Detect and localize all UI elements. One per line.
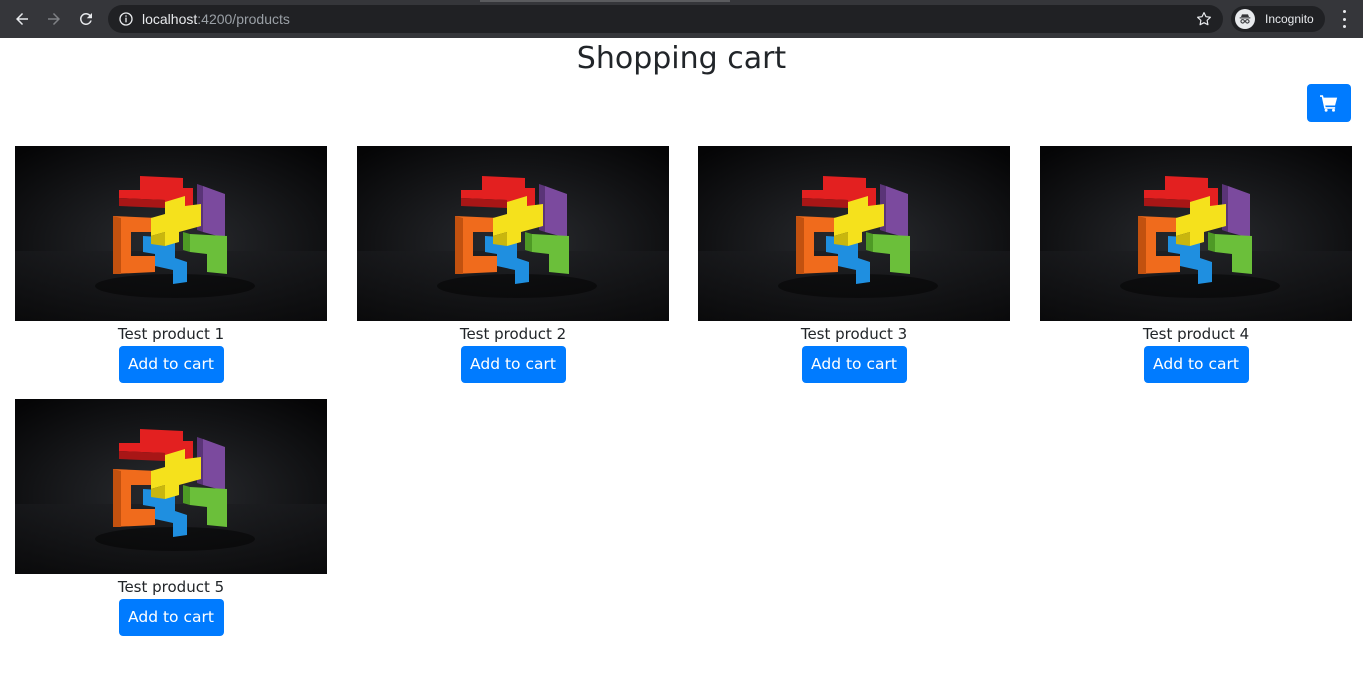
url-text[interactable]: localhost:4200/products [142, 11, 290, 27]
product-image [15, 399, 327, 574]
url-host: localhost [142, 11, 198, 27]
product-card: Test product 1 Add to cart [15, 146, 327, 383]
product-card: Test product 2 Add to cart [357, 146, 669, 383]
incognito-icon [1235, 9, 1255, 29]
address-bar[interactable]: localhost:4200/products [108, 5, 1223, 33]
browser-toolbar: localhost:4200/products Incognito [0, 0, 1363, 38]
add-to-cart-button[interactable]: Add to cart [118, 599, 224, 636]
product-name: Test product 5 [117, 578, 225, 596]
url-path: :4200/products [197, 11, 290, 27]
cart-button[interactable] [1307, 84, 1351, 122]
tab-strip-edge [480, 0, 730, 2]
arrow-right-icon [48, 13, 60, 25]
kebab-menu-icon[interactable] [1336, 10, 1352, 28]
product-card: Test product 4 Add to cart [1040, 146, 1352, 383]
add-to-cart-button[interactable]: Add to cart [1143, 346, 1249, 383]
reload-icon [79, 12, 92, 25]
product-image [698, 146, 1010, 321]
back-button[interactable] [10, 7, 34, 31]
incognito-profile-button[interactable]: Incognito [1231, 6, 1325, 32]
product-name: Test product 4 [1142, 325, 1250, 343]
star-icon[interactable] [1195, 10, 1213, 28]
add-to-cart-button[interactable]: Add to cart [118, 346, 224, 383]
arrow-left-icon [16, 13, 28, 25]
product-image [15, 146, 327, 321]
add-to-cart-button[interactable]: Add to cart [801, 346, 907, 383]
product-name: Test product 2 [459, 325, 567, 343]
info-icon[interactable] [118, 11, 134, 27]
forward-button[interactable] [42, 7, 66, 31]
page-title: Shopping cart [576, 41, 787, 76]
product-card: Test product 3 Add to cart [698, 146, 1010, 383]
product-name: Test product 1 [117, 325, 225, 343]
profile-label: Incognito [1265, 12, 1314, 26]
product-image [357, 146, 669, 321]
product-image [1040, 146, 1352, 321]
product-name: Test product 3 [800, 325, 908, 343]
reload-button[interactable] [74, 7, 98, 31]
shopping-cart-icon [1320, 95, 1338, 112]
product-card: Test product 5 Add to cart [15, 399, 327, 636]
add-to-cart-button[interactable]: Add to cart [460, 346, 566, 383]
